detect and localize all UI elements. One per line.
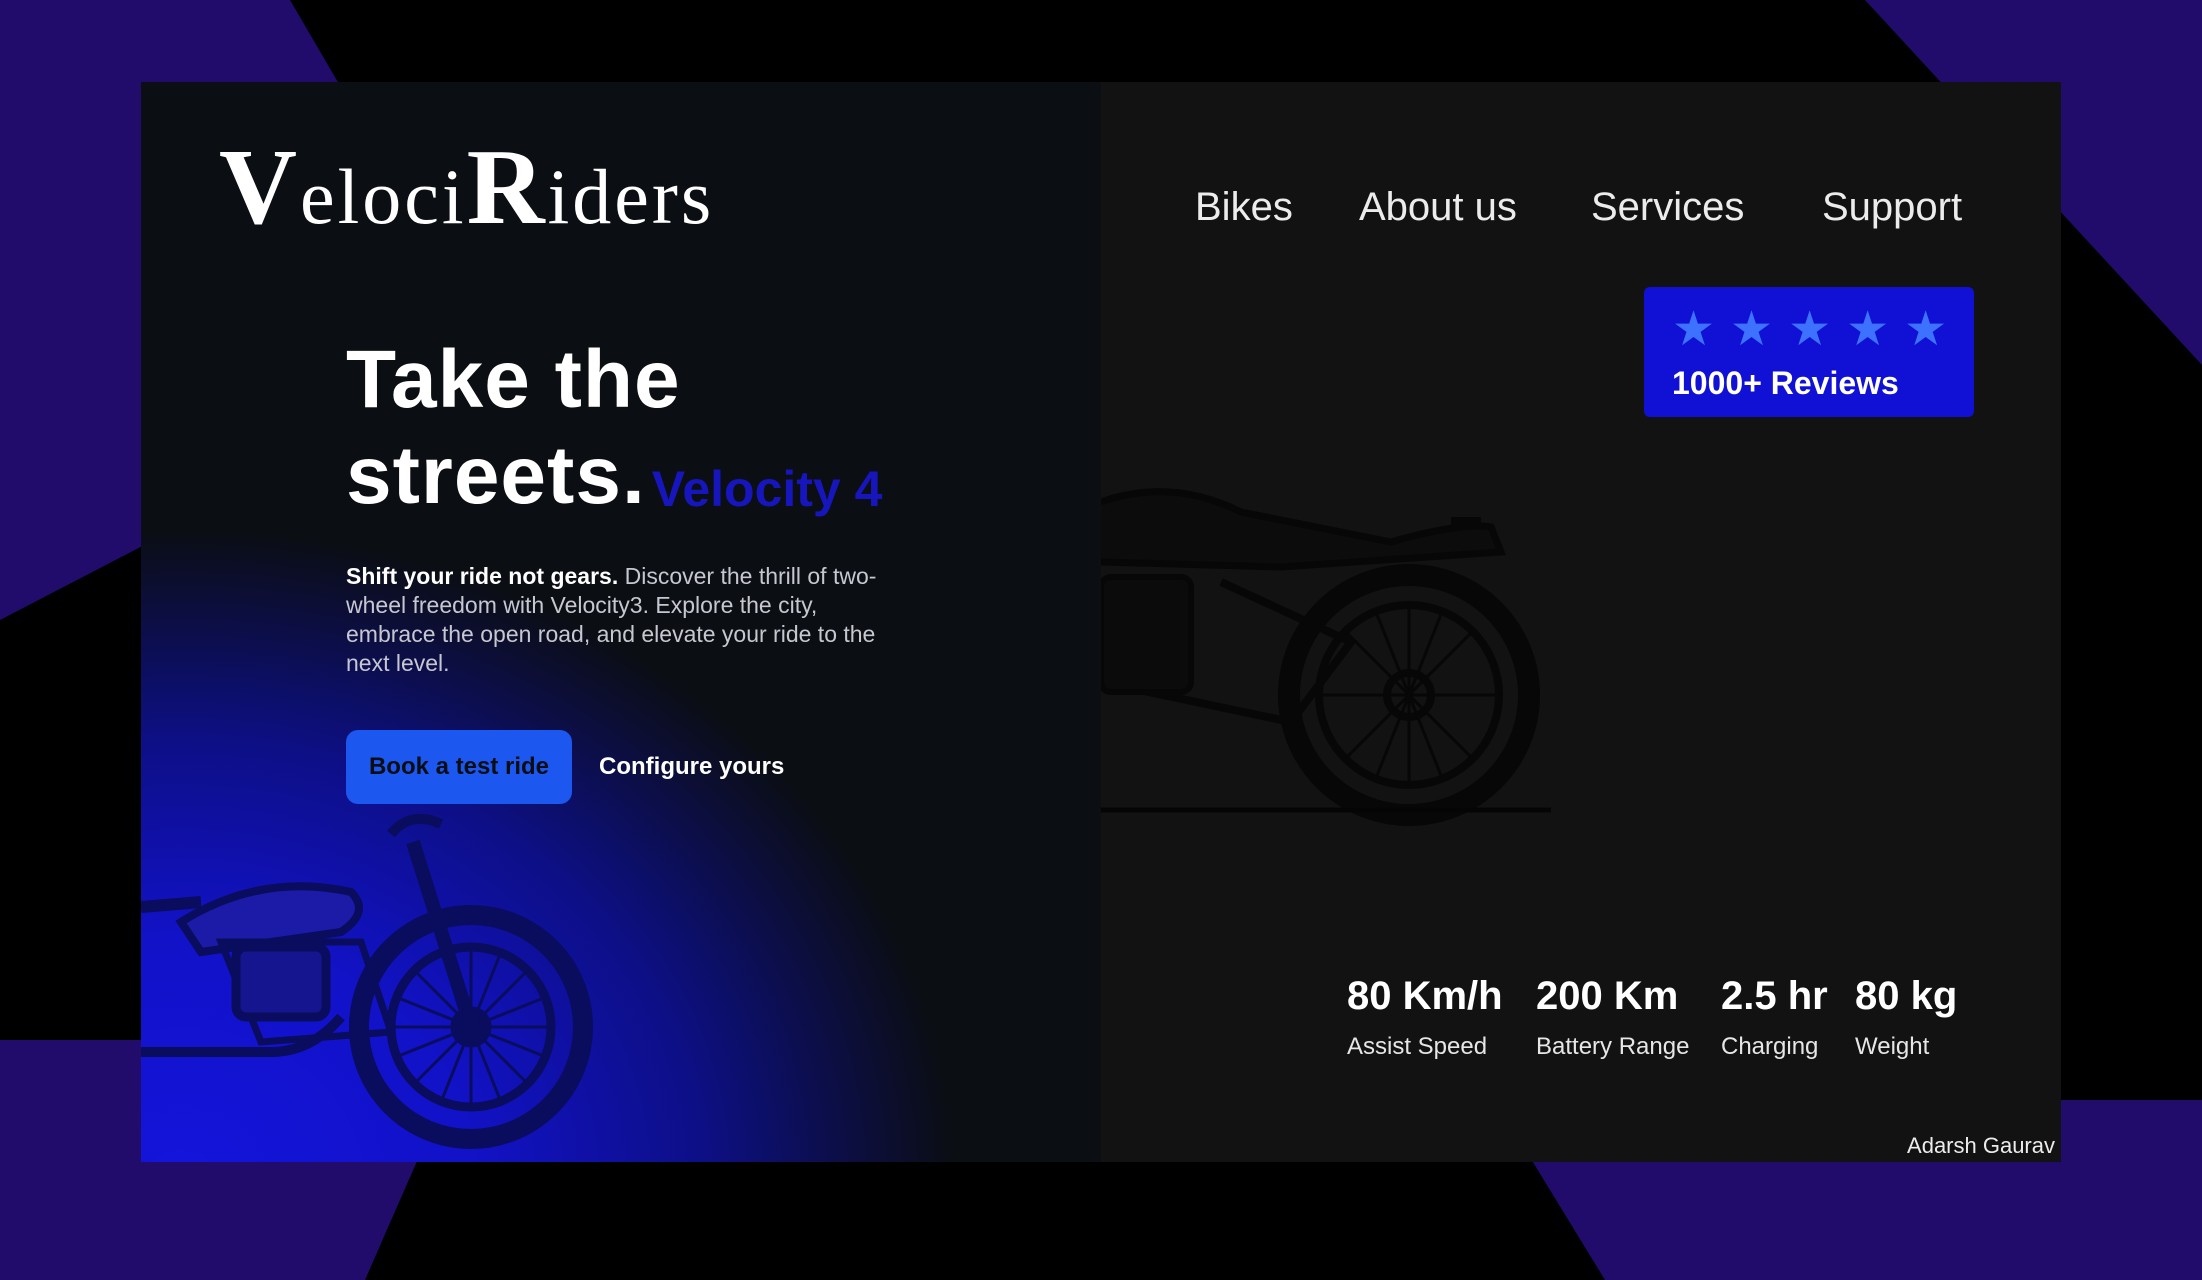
spec-label: Charging xyxy=(1721,1033,1819,1060)
headline-text: streets. xyxy=(346,430,646,521)
headline-line-1: Take the xyxy=(346,334,681,425)
spec-label: Weight xyxy=(1855,1033,1930,1060)
rating-stars: ★ ★ ★ ★ ★ xyxy=(1672,305,1947,353)
headline-line-2: streets. Velocity 4 xyxy=(346,428,882,537)
spec-battery-range: 200 Km Battery Range xyxy=(1536,972,1689,1062)
star-icon: ★ xyxy=(1730,301,1774,357)
spec-value: 2.5 hr xyxy=(1721,974,1828,1018)
spec-charging: 2.5 hr Charging xyxy=(1721,972,1828,1062)
star-icon: ★ xyxy=(1846,301,1890,357)
nav-item-about-us[interactable]: About us xyxy=(1359,182,1517,232)
spec-label: Battery Range xyxy=(1536,1033,1690,1060)
model-name: Velocity 4 xyxy=(651,461,883,517)
motorcycle-image xyxy=(141,813,593,1149)
nav-item-services[interactable]: Services xyxy=(1591,182,1744,232)
hero-card: VelociRiders Bikes About us Services Sup… xyxy=(141,82,2061,1162)
book-test-ride-button[interactable]: Book a test ride xyxy=(346,730,572,804)
spec-value: 200 Km xyxy=(1536,974,1679,1018)
spec-value: 80 kg xyxy=(1855,974,1958,1018)
configure-yours-link[interactable]: Configure yours xyxy=(599,730,784,804)
brand-logo[interactable]: VelociRiders xyxy=(219,134,714,242)
spec-label: Assist Speed xyxy=(1347,1033,1488,1060)
hero-description: Shift your ride not gears. Discover the … xyxy=(346,562,906,678)
spec-assist-speed: 80 Km/h Assist Speed xyxy=(1347,972,1503,1062)
star-icon: ★ xyxy=(1788,301,1832,357)
star-icon: ★ xyxy=(1904,301,1948,357)
spec-value: 80 Km/h xyxy=(1347,974,1503,1018)
description-bold: Shift your ride not gears. xyxy=(346,563,619,589)
reviews-count: 1000+ Reviews xyxy=(1672,365,1899,401)
hero-headline: Take the streets. Velocity 4 xyxy=(346,332,882,537)
spec-weight: 80 kg Weight xyxy=(1855,972,1957,1062)
author-credit: Adarsh Gaurav xyxy=(1907,1133,2055,1158)
star-icon: ★ xyxy=(1672,301,1716,357)
motorcycle-image xyxy=(1101,488,1551,826)
nav-item-support[interactable]: Support xyxy=(1822,182,1962,232)
reviews-badge[interactable]: ★ ★ ★ ★ ★ 1000+ Reviews xyxy=(1644,287,1974,417)
nav-item-bikes[interactable]: Bikes xyxy=(1195,182,1293,232)
